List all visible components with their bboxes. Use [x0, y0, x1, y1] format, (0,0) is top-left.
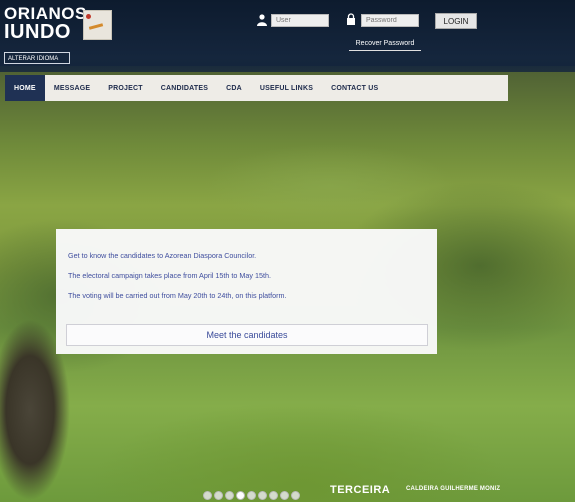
slider-dot[interactable]: [225, 491, 234, 500]
nav-contact-us[interactable]: CONTACT US: [322, 75, 387, 101]
info-line-1: Get to know the candidates to Azorean Di…: [68, 251, 257, 260]
login-button[interactable]: LOGIN: [435, 13, 477, 29]
slider-dot[interactable]: [280, 491, 289, 500]
info-line-2: The electoral campaign takes place from …: [68, 271, 271, 280]
info-panel: Get to know the candidates to Azorean Di…: [56, 229, 437, 354]
slider-dot[interactable]: [269, 491, 278, 500]
slider-dot[interactable]: [236, 491, 245, 500]
slider-dot[interactable]: [214, 491, 223, 500]
main-navigation: HOME MESSAGE PROJECT CANDIDATES CDA USEF…: [5, 75, 508, 101]
logo-line-1: ORIANOS: [4, 4, 87, 23]
logo-emblem[interactable]: [83, 10, 112, 40]
slider-dot[interactable]: [291, 491, 300, 500]
recover-password-link[interactable]: Recover Password: [349, 40, 421, 51]
info-line-3: The voting will be carried out from May …: [68, 291, 287, 300]
site-logo-text[interactable]: ORIANOS IUNDO: [4, 4, 87, 43]
logo-dot-icon: [86, 14, 91, 19]
slide-caption-subtitle: CALDEIRA GUILHERME MONIZ: [406, 486, 501, 492]
slider-dots: [203, 491, 300, 500]
site-header: ORIANOS IUNDO ALTERAR IDIOMA LOGIN Recov…: [0, 0, 575, 72]
nav-useful-links[interactable]: USEFUL LINKS: [251, 75, 322, 101]
logo-line-2: IUNDO: [4, 21, 71, 43]
nav-project[interactable]: PROJECT: [99, 75, 151, 101]
user-icon: [257, 14, 267, 26]
bird-icon: [88, 23, 104, 30]
slide-caption-title: TERCEIRA: [330, 484, 391, 496]
change-language-button[interactable]: ALTERAR IDIOMA: [4, 52, 70, 64]
nav-message[interactable]: MESSAGE: [45, 75, 99, 101]
nav-cda[interactable]: CDA: [217, 75, 251, 101]
username-input[interactable]: [271, 14, 329, 27]
slider-dot[interactable]: [258, 491, 267, 500]
slider-dot[interactable]: [203, 491, 212, 500]
nav-home[interactable]: HOME: [5, 75, 45, 101]
slider-dot[interactable]: [247, 491, 256, 500]
nav-candidates[interactable]: CANDIDATES: [152, 75, 217, 101]
lock-icon: [347, 13, 355, 25]
password-input[interactable]: [361, 14, 419, 27]
meet-candidates-button[interactable]: Meet the candidates: [66, 324, 428, 346]
